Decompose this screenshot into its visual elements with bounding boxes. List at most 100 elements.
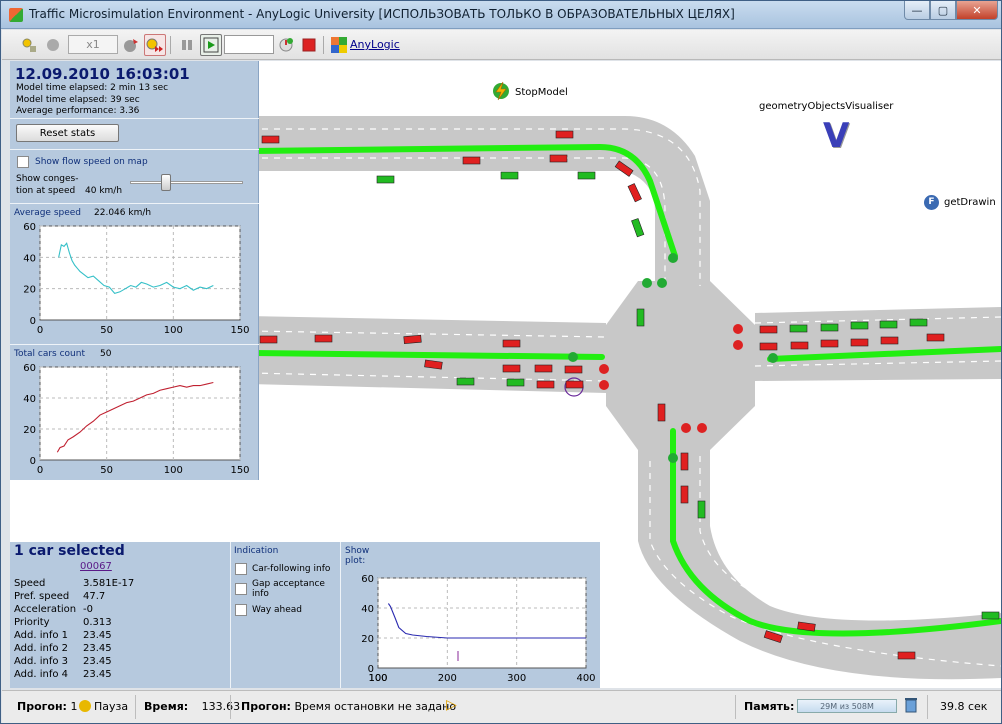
car-attribute-value: 23.45	[83, 643, 112, 654]
y-tick-label: 20	[361, 634, 374, 645]
car-attribute-row: Add. info 4 23.45	[14, 669, 112, 680]
y-tick-label: 40	[23, 394, 36, 405]
car-attribute-row: Acceleration -0	[14, 604, 93, 615]
car-following-label: Car-following info	[252, 564, 331, 574]
run2-label: Прогон:	[241, 700, 291, 713]
status-bar: Прогон: 1 Пауза Время: 133.63 Прогон: Вр…	[2, 690, 1001, 723]
selected-car-panel: 1 car selected 00067 Speed 3.581E-17 Pref.…	[10, 542, 600, 688]
way-ahead-checkbox[interactable]	[235, 604, 247, 616]
speed-indicator: x1	[68, 35, 118, 54]
divider	[10, 149, 259, 150]
run-settings-icon[interactable]	[18, 34, 40, 56]
car-attribute-label: Add. info 2	[14, 643, 69, 654]
time-label: Время:	[144, 700, 189, 713]
play-arrow-icon[interactable]: ▷	[446, 697, 457, 713]
congestion-label-line1: Show conges-	[16, 174, 79, 184]
anylogic-logo-icon[interactable]	[328, 34, 350, 56]
pause-icon[interactable]	[176, 34, 198, 56]
car-attribute-row: Add. info 3 23.45	[14, 656, 112, 667]
y-tick-label: 40	[23, 253, 36, 264]
car-attribute-row: Pref. speed 47.7	[14, 591, 105, 602]
maximize-button[interactable]: ▢	[930, 1, 956, 20]
car-attribute-value: 23.45	[83, 630, 112, 641]
selected-count-title: 1 car selected	[14, 543, 125, 559]
divider	[10, 118, 259, 119]
status-separator	[735, 695, 736, 719]
anylogic-link[interactable]: AnyLogic	[350, 38, 400, 51]
y-tick-label: 40	[361, 604, 374, 615]
stats-panel: 12.09.2010 16:03:01 Model time elapsed: …	[10, 61, 259, 480]
car-attribute-label: Add. info 4	[14, 669, 69, 680]
slow-down-icon[interactable]	[42, 34, 64, 56]
intersection	[606, 281, 755, 450]
car-attribute-value: 23.45	[83, 669, 112, 680]
visualiser-v-icon: V	[823, 116, 850, 156]
car-attribute-value: 3.581E-17	[83, 578, 135, 589]
real-time-elapsed: Model time elapsed: 39 sec	[16, 95, 140, 105]
x-tick-label: 0	[37, 465, 43, 476]
step-input[interactable]	[224, 35, 274, 54]
toolbar-separator	[170, 36, 171, 54]
stop-model-label[interactable]: StopModel	[515, 87, 568, 98]
congestion-label-line2: tion at speed	[16, 186, 76, 196]
green-lane-bottom	[670, 428, 1001, 637]
memory-label: Память:	[744, 700, 794, 713]
run-value: 1	[70, 700, 78, 713]
car-attribute-label: Priority	[14, 617, 50, 628]
car-following-checkbox[interactable]	[235, 563, 247, 575]
gap-acceptance-checkbox[interactable]	[235, 583, 247, 595]
memory-label-text: Память:	[744, 700, 795, 713]
speed-up-icon[interactable]	[120, 34, 142, 56]
car-attribute-label: Speed	[14, 578, 46, 589]
x-tick-label: 100	[164, 325, 183, 336]
state-value: Пауза	[94, 700, 129, 713]
anylogic-app-icon	[9, 8, 23, 22]
function-icon[interactable]: F	[924, 195, 939, 210]
close-button[interactable]: ✕	[956, 1, 998, 20]
plot-area	[39, 366, 241, 461]
run-label: Прогон:	[17, 700, 67, 713]
model-datetime: 12.09.2010 16:03:01	[15, 65, 190, 83]
x-tick-label: 150	[230, 325, 249, 336]
run-until-icon[interactable]	[275, 34, 297, 56]
run2-value: Время остановки не задано	[294, 700, 457, 713]
car-attribute-row: Add. info 2 23.45	[14, 643, 112, 654]
time-status: Время: 133.63	[144, 700, 240, 713]
stop-icon[interactable]	[298, 34, 320, 56]
y-tick-label: 20	[23, 285, 36, 296]
y-tick-label: 0	[30, 456, 36, 467]
divider	[230, 542, 231, 688]
title-bar: Traffic Microsimulation Environment - An…	[1, 1, 1001, 29]
car-attribute-row: Add. info 1 23.45	[14, 630, 112, 641]
y-tick-label: 60	[361, 574, 374, 585]
car-attribute-value: 0.313	[83, 617, 112, 628]
lightning-icon[interactable]	[492, 81, 510, 101]
plot-area	[377, 577, 587, 669]
status-separator	[927, 695, 928, 719]
indication-title: Indication	[234, 546, 279, 556]
reset-stats-button[interactable]: Reset stats	[16, 124, 119, 142]
x-tick-label: 150	[230, 465, 249, 476]
car-attribute-value: 47.7	[83, 591, 106, 602]
run2-status: Прогон: Время остановки не задано	[241, 700, 456, 713]
green-lane-left	[247, 350, 605, 360]
x-tick-label: 0	[37, 325, 43, 336]
minimize-button[interactable]: —	[904, 1, 930, 20]
run-step-icon[interactable]	[200, 34, 222, 56]
congestion-slider-track[interactable]	[130, 181, 243, 184]
trash-icon[interactable]	[905, 697, 917, 716]
status-separator	[135, 695, 136, 719]
x-tick-label: 50	[100, 325, 113, 336]
x-tick-label: 100	[164, 465, 183, 476]
car-id-link[interactable]: 00067	[80, 561, 112, 572]
avg-speed-chart: 0 20 40 60 0 50 100 150	[23, 222, 249, 336]
total-cars-chart: 0 20 40 60 0 50 100 150	[23, 363, 249, 476]
status-separator	[230, 695, 231, 719]
model-time-elapsed: Model time elapsed: 2 min 13 sec	[16, 83, 169, 93]
x-tick-label: 50	[100, 465, 113, 476]
y-tick-label: 0	[30, 316, 36, 327]
flow-speed-label: Show flow speed on map	[35, 157, 148, 167]
flow-speed-checkbox[interactable]	[17, 156, 29, 168]
realtime-mode-icon[interactable]	[144, 34, 166, 56]
congestion-slider-thumb[interactable]	[161, 174, 171, 191]
